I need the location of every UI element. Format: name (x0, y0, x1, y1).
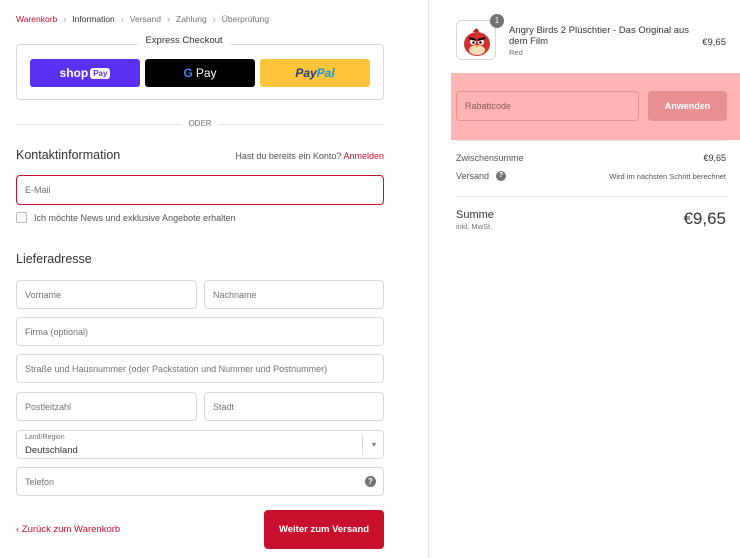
breadcrumb-shipping: Versand (129, 14, 161, 24)
city-input[interactable] (213, 401, 383, 412)
breadcrumb-separator-icon: › (63, 14, 67, 24)
login-prompt: Hast du bereits ein Konto? Anmelden (235, 151, 384, 161)
breadcrumb: Warenkorb › Information › Versand › Zahl… (16, 14, 269, 24)
product-thumbnail (456, 20, 496, 60)
paypal-label-pal: Pal (316, 66, 335, 80)
summary-divider (456, 140, 727, 141)
zip-field[interactable] (16, 392, 197, 421)
shipping-note: Wird im nächsten Schritt berechnet (609, 172, 726, 181)
shop-pay-label: shop (59, 66, 89, 80)
subtotal-value: €9,65 (703, 153, 726, 163)
quantity-badge: 1 (490, 14, 504, 28)
google-g-icon: G (183, 66, 193, 80)
red-bird-icon (464, 28, 490, 56)
shop-pay-button[interactable]: shop Pay (30, 59, 140, 87)
checkout-main: Warenkorb › Information › Versand › Zahl… (0, 0, 428, 558)
contact-section-title: Kontaktinformation (16, 148, 121, 162)
express-checkout-title: Express Checkout (138, 35, 230, 46)
total-value: €9,65 (683, 209, 726, 228)
paypal-button[interactable]: Pay Pal (260, 59, 370, 87)
order-summary: 1 Angry Birds 2 Plüschtier - Das Origina… (428, 0, 740, 558)
login-link[interactable]: Anmelden (343, 151, 384, 161)
zip-input[interactable] (25, 401, 196, 412)
breadcrumb-separator-icon: › (167, 14, 170, 24)
breadcrumb-review: Überprüfung (221, 14, 269, 24)
continue-to-shipping-button[interactable]: Weiter zum Versand (264, 510, 384, 549)
last-name-input[interactable] (213, 289, 383, 300)
breadcrumb-cart[interactable]: Warenkorb (16, 14, 57, 24)
email-input[interactable] (25, 185, 383, 195)
company-input[interactable] (25, 326, 383, 337)
city-field[interactable] (204, 392, 384, 421)
breadcrumb-information: Information (72, 14, 115, 24)
breadcrumb-separator-icon: › (212, 14, 216, 24)
shop-pay-tag: Pay (90, 67, 111, 79)
back-to-cart-link[interactable]: ‹ Zurück zum Warenkorb (16, 524, 120, 535)
newsletter-checkbox[interactable] (16, 212, 27, 223)
apply-discount-button[interactable]: Anwenden (648, 91, 727, 121)
newsletter-option[interactable]: Ich möchte News und exklusive Angebote e… (16, 212, 236, 223)
shipping-section-title: Lieferadresse (16, 252, 92, 266)
chevron-down-icon: ▾ (371, 440, 376, 449)
breadcrumb-payment: Zahlung (176, 14, 207, 24)
country-select[interactable]: Land/Region Deutschland ▾ (16, 430, 384, 459)
select-divider (362, 436, 363, 455)
first-name-input[interactable] (25, 289, 196, 300)
breadcrumb-separator-icon: › (120, 14, 124, 24)
street-input[interactable] (25, 363, 383, 374)
street-field[interactable] (16, 354, 384, 383)
last-name-field[interactable] (204, 280, 384, 309)
country-label: Land/Region (25, 434, 65, 441)
company-field[interactable] (16, 317, 384, 346)
product-variant: Red (509, 48, 523, 57)
first-name-field[interactable] (16, 280, 197, 309)
newsletter-label: Ich möchte News und exklusive Angebote e… (34, 212, 236, 223)
product-name: Angry Birds 2 Plüschtier - Das Original … (509, 25, 690, 47)
help-icon[interactable]: ? (365, 476, 376, 487)
divider-text: ODER (182, 119, 218, 128)
phone-input[interactable] (25, 476, 383, 487)
shipping-label: Versand (456, 171, 490, 181)
express-checkout-box: shop Pay G Pay Pay Pal (16, 44, 384, 100)
summary-divider (456, 196, 727, 197)
product-price: €9,65 (702, 37, 726, 48)
discount-code-field[interactable]: Rabattcode (456, 91, 639, 121)
paypal-label-pay: Pay (295, 66, 317, 80)
total-tax-note: inkl. MwSt. (456, 222, 493, 231)
email-field[interactable] (16, 175, 384, 205)
country-value: Deutschland (25, 445, 78, 456)
subtotal-label: Zwischensumme (456, 153, 524, 163)
total-label: Summe (456, 209, 494, 221)
google-pay-label: Pay (195, 66, 217, 80)
login-prompt-text: Hast du bereits ein Konto? (235, 151, 342, 161)
phone-field[interactable] (16, 467, 384, 496)
google-pay-button[interactable]: G Pay (145, 59, 255, 87)
help-icon[interactable]: ? (496, 171, 506, 181)
